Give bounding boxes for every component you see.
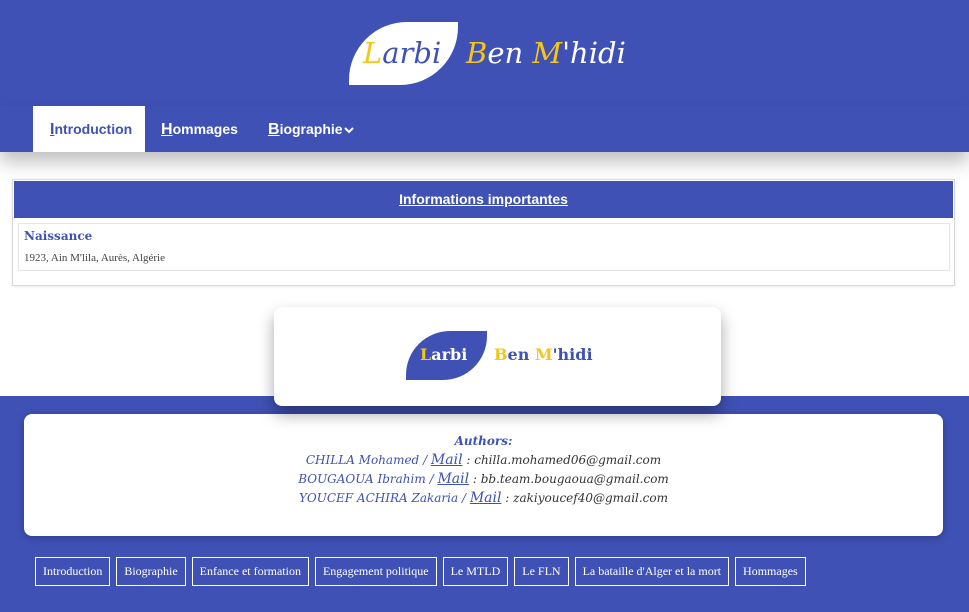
info-card-title: Informations importantes: [14, 181, 953, 218]
info-label: Naissance: [24, 229, 93, 243]
footer-link-bataille[interactable]: La bataille d'Alger et la mort: [574, 557, 730, 586]
footer-logo-last-name: Ben M'hidi: [494, 345, 593, 364]
info-row: Naissance 1923, Ain M'lila, Aurès, Algér…: [18, 223, 950, 271]
footer-link-fln[interactable]: Le FLN: [514, 557, 569, 586]
author-line: YOUCEF ACHIRA Zakaria / Mail : zakiyouce…: [298, 490, 669, 506]
author-email: bb.team.bougaoua@gmail.com: [480, 472, 669, 486]
logo-last-name: Ben M'hidi: [466, 36, 626, 70]
author-mail-link[interactable]: Mail: [470, 490, 502, 506]
footer-link-hommages[interactable]: Hommages: [735, 557, 806, 586]
site-logo[interactable]: Larbi Ben M'hidi: [349, 22, 629, 86]
author-name: CHILLA Mohamed: [305, 453, 420, 467]
author-line: BOUGAOUA Ibrahim / Mail : bb.team.bougao…: [298, 471, 669, 487]
site-header: Larbi Ben M'hidi: [0, 0, 969, 106]
chevron-down-icon: [343, 127, 354, 134]
author-email: zakiyoucef40@gmail.com: [513, 491, 669, 505]
authors-title: Authors:: [454, 434, 513, 448]
author-name: YOUCEF ACHIRA Zakaria: [298, 491, 459, 505]
main-nav: Introduction Hommages Biographie: [0, 106, 969, 152]
footer-links: Introduction Biographie Enfance et formati…: [35, 557, 812, 586]
info-value: 1923, Ain M'lila, Aurès, Algérie: [24, 252, 165, 264]
author-line: CHILLA Mohamed / Mail : chilla.mohamed06…: [305, 452, 662, 468]
logo-first-name: Larbi: [363, 36, 442, 70]
author-mail-link[interactable]: Mail: [437, 471, 469, 487]
footer-link-introduction[interactable]: Introduction: [35, 557, 111, 586]
info-card: Informations importantes Naissance 1923,…: [12, 179, 955, 286]
authors-card: Authors: CHILLA Mohamed / Mail : chilla.…: [24, 414, 943, 536]
author-email: chilla.mohamed06@gmail.com: [474, 453, 662, 467]
author-mail-link[interactable]: Mail: [431, 452, 463, 468]
nav-item-biographie[interactable]: Biographie: [268, 106, 354, 152]
footer-link-mtld[interactable]: Le MTLD: [442, 557, 509, 586]
footer-logo-card: Larbi Ben M'hidi: [274, 307, 721, 406]
author-name: BOUGAOUA Ibrahim: [298, 472, 426, 486]
nav-item-hommages[interactable]: Hommages: [161, 106, 238, 152]
nav-item-introduction[interactable]: Introduction: [33, 106, 145, 152]
footer-link-engagement[interactable]: Engagement politique: [314, 557, 437, 586]
footer-link-enfance[interactable]: Enfance et formation: [191, 557, 309, 586]
footer-link-biographie[interactable]: Biographie: [116, 557, 186, 586]
footer-logo-first-name: Larbi: [420, 345, 468, 364]
footer-logo[interactable]: Larbi Ben M'hidi: [406, 331, 606, 381]
